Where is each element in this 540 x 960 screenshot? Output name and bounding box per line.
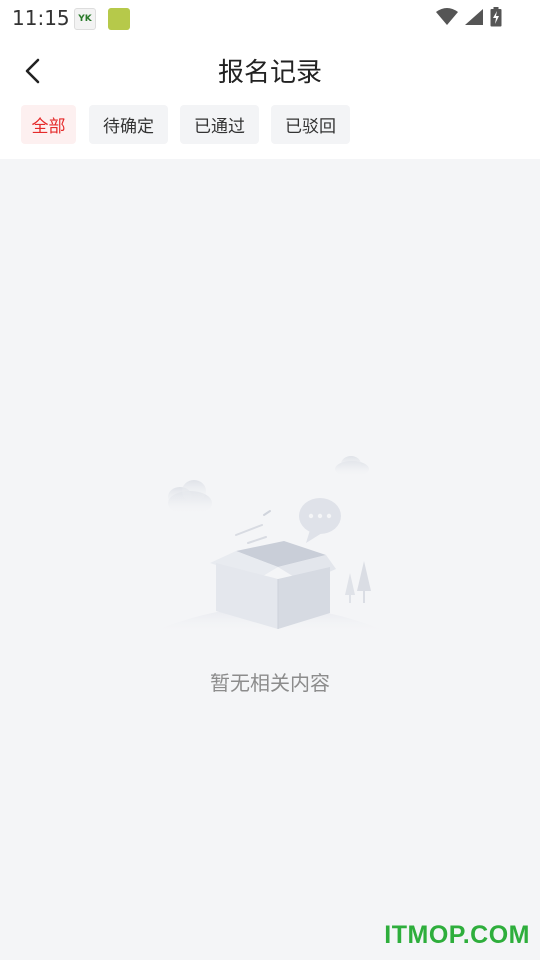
battery-charging-icon <box>490 7 502 27</box>
tab-rejected[interactable]: 已驳回 <box>271 105 350 144</box>
trees <box>345 561 371 603</box>
wifi-icon <box>436 8 458 25</box>
status-time: 11:15 <box>12 6 70 30</box>
tab-pending[interactable]: 待确定 <box>89 105 168 144</box>
tab-approved[interactable]: 已通过 <box>180 105 259 144</box>
green-app-icon <box>108 8 130 30</box>
signal-icon <box>465 9 483 25</box>
chat-bubble <box>299 498 341 543</box>
watermark: ITMOP.COM <box>384 921 530 949</box>
content-area: 暂无相关内容 ITMOP.COM <box>0 159 540 960</box>
filter-tabs: 全部 待确定 已通过 已驳回 <box>0 104 540 159</box>
yk-app-icon: YK <box>74 8 96 30</box>
empty-box-illustration <box>150 456 390 633</box>
page-title: 报名记录 <box>217 58 322 88</box>
tab-all[interactable]: 全部 <box>21 105 76 144</box>
empty-state-text: 暂无相关内容 <box>210 671 330 695</box>
status-bar: 11:15 YK <box>0 0 540 36</box>
cloud-left <box>168 480 212 515</box>
header: 报名记录 <box>0 36 540 104</box>
cloud-right <box>335 456 369 477</box>
status-icons <box>436 7 502 27</box>
